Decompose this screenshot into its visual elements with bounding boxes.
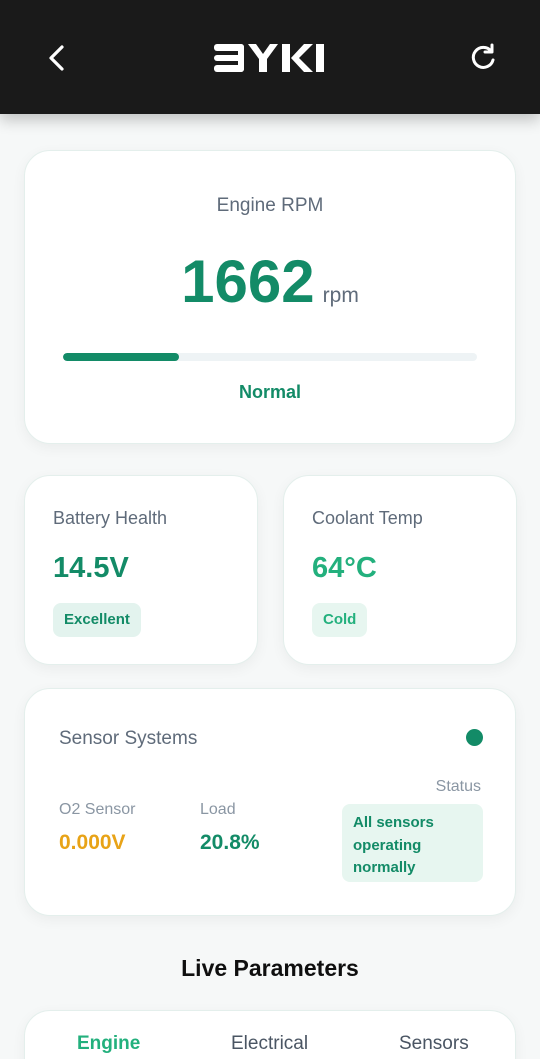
sensor-status-dot bbox=[466, 729, 483, 746]
chevron-left-icon bbox=[49, 45, 64, 71]
rpm-unit: rpm bbox=[322, 284, 359, 307]
back-button[interactable] bbox=[38, 38, 78, 78]
load-value: 20.8% bbox=[200, 831, 260, 854]
battery-health-card: Battery Health 14.5V Excellent bbox=[24, 475, 258, 665]
coolant-temp-card: Coolant Temp 64°C Cold bbox=[283, 475, 517, 665]
app-header bbox=[0, 0, 540, 114]
o2-sensor-value: 0.000V bbox=[59, 831, 126, 854]
tab-sensors[interactable]: Sensors bbox=[399, 1033, 469, 1055]
load-label: Load bbox=[200, 801, 236, 818]
tab-engine[interactable]: Engine bbox=[77, 1033, 140, 1055]
byki-logo bbox=[212, 40, 328, 76]
refresh-button[interactable] bbox=[462, 38, 506, 78]
coolant-status-badge: Cold bbox=[312, 603, 368, 637]
refresh-icon bbox=[471, 43, 495, 69]
rpm-status: Normal bbox=[238, 382, 301, 402]
rpm-readout: 1662 rpm bbox=[25, 247, 515, 316]
tab-electrical[interactable]: Electrical bbox=[231, 1033, 308, 1055]
live-parameters-title: Live Parameters bbox=[181, 955, 359, 981]
rpm-progress-fill bbox=[63, 353, 179, 361]
sensor-systems-card: Sensor Systems Status O2 Sensor Load 0.0… bbox=[24, 688, 516, 916]
battery-value: 14.5V bbox=[53, 552, 129, 584]
engine-rpm-card: Engine RPM 1662 rpm Normal bbox=[24, 150, 516, 444]
rpm-progress-track bbox=[63, 353, 477, 361]
o2-sensor-label: O2 Sensor bbox=[59, 801, 136, 818]
rpm-value: 1662 bbox=[181, 248, 315, 315]
sensor-systems-title: Sensor Systems bbox=[59, 728, 198, 749]
sensor-status-message: All sensors operating normally bbox=[342, 804, 483, 882]
battery-title: Battery Health bbox=[53, 508, 168, 528]
coolant-title: Coolant Temp bbox=[312, 508, 423, 528]
engine-rpm-title: Engine RPM bbox=[216, 195, 324, 216]
coolant-value: 64°C bbox=[312, 552, 377, 584]
battery-status-badge: Excellent bbox=[53, 603, 141, 637]
sensor-status-label: Status bbox=[435, 778, 481, 795]
live-parameters-tabs: Engine Electrical Sensors bbox=[24, 1010, 516, 1059]
